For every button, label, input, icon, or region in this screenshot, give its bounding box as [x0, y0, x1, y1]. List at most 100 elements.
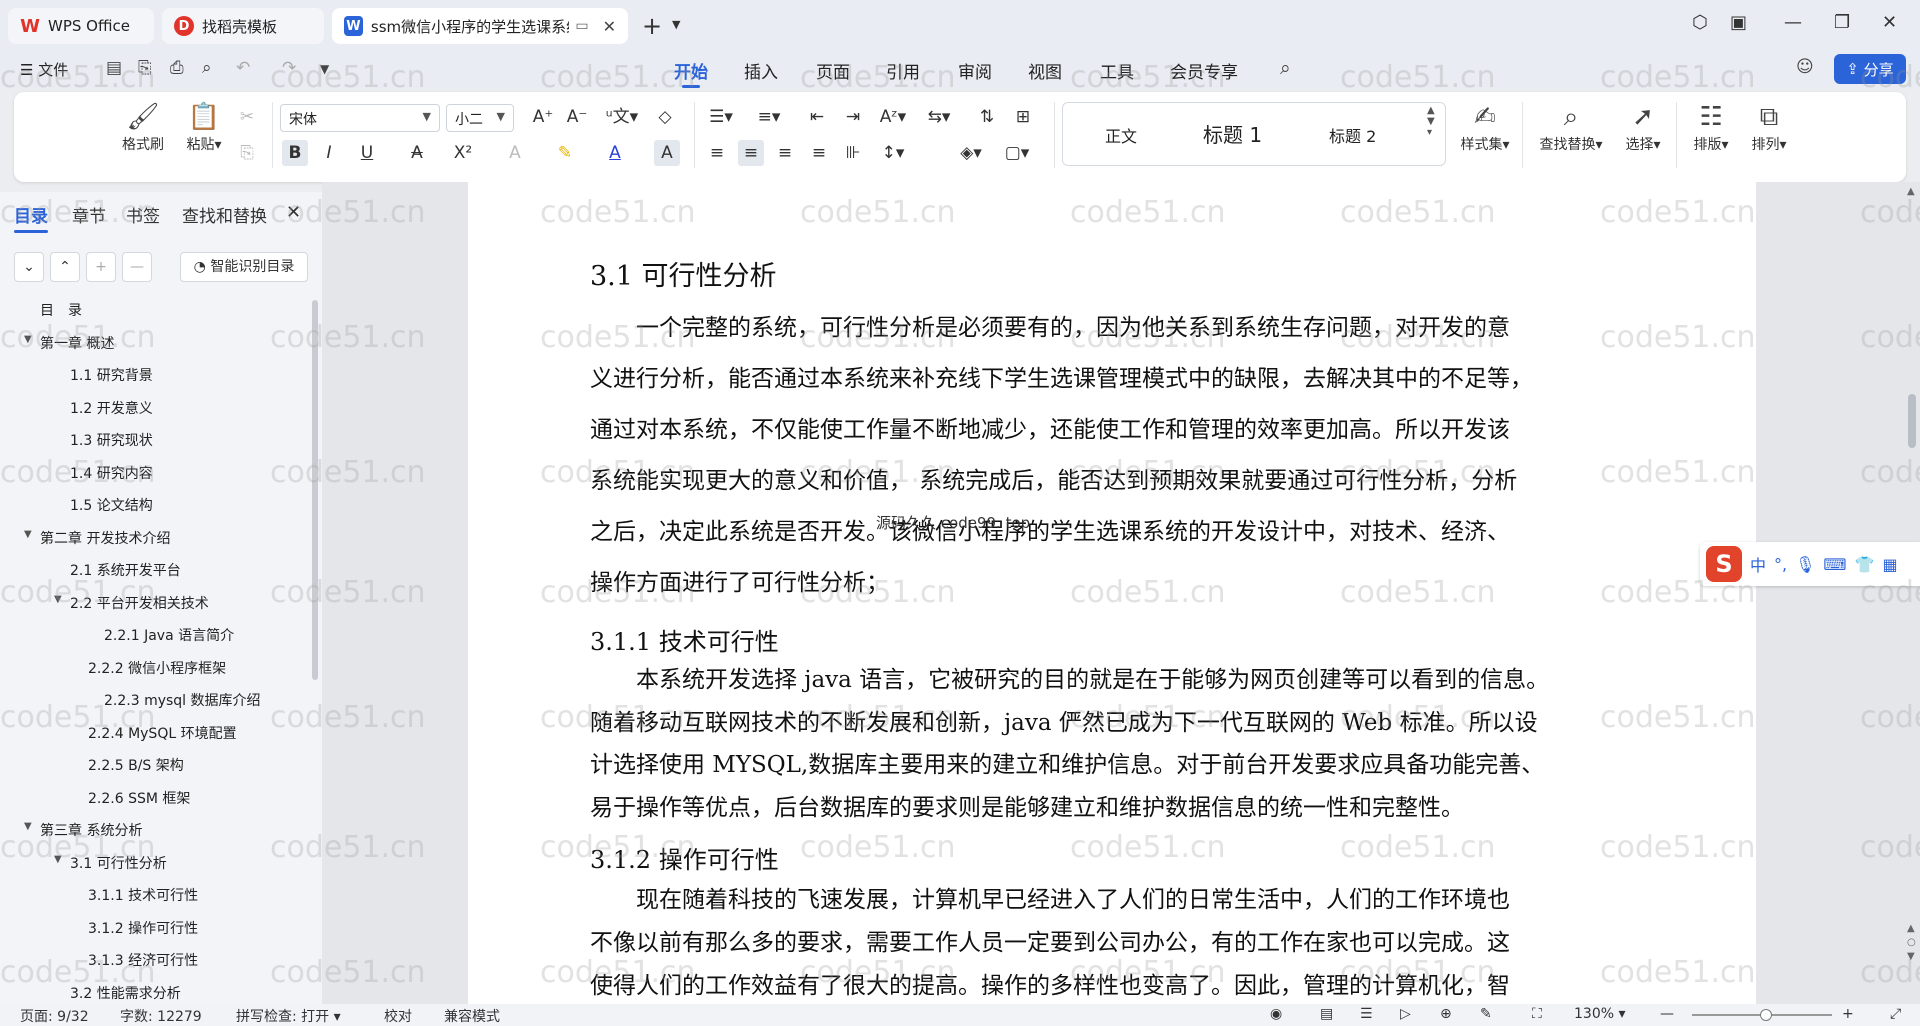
toc-item[interactable]: 2.2.6 SSM 框架 — [88, 788, 190, 808]
toc-item[interactable]: ▼ 第一章 概述 — [24, 333, 114, 353]
tab-wps-office[interactable]: W WPS Office — [8, 8, 154, 44]
page-count[interactable]: 页面: 9/32 — [20, 1006, 89, 1026]
collapse-down-button[interactable]: ⌄ — [14, 252, 44, 282]
case-icon[interactable]: Aᶻ▾ — [876, 104, 910, 130]
file-menu[interactable]: ☰ 文件 — [20, 59, 68, 80]
fullscreen-icon[interactable]: ⤢ — [1890, 1006, 1901, 1022]
print-icon[interactable]: ⎙ — [170, 58, 184, 78]
show-marks-icon[interactable]: ⊞ — [1010, 104, 1036, 130]
redo-icon[interactable]: ↷ — [282, 58, 296, 78]
toc-item[interactable]: 1.1 研究背景 — [70, 365, 153, 385]
toc-item[interactable]: 1.5 论文结构 — [70, 495, 153, 515]
style-heading-2[interactable]: 标题 2 — [1329, 123, 1376, 147]
toc-item[interactable]: ▼ 3.1 可行性分析 — [54, 853, 167, 873]
smart-toc-button[interactable]: ◔ 智能识别目录 — [180, 252, 308, 282]
scroll-up-icon[interactable]: ▲ — [1907, 186, 1915, 197]
char-shading-icon[interactable]: A — [654, 140, 680, 166]
align-left-icon[interactable]: ≡ — [704, 140, 730, 166]
bullet-list-icon[interactable]: ☰▾ — [704, 104, 738, 130]
chevron-down-icon[interactable]: ▼ — [54, 594, 62, 605]
phonetic-guide-icon[interactable]: ᵘ文▾ — [602, 104, 642, 130]
toc-item[interactable]: 3.1.3 经济可行性 — [88, 950, 198, 970]
increase-indent-icon[interactable]: ⇥ — [840, 104, 866, 130]
toc-item[interactable]: 2.1 系统开发平台 — [70, 560, 181, 580]
strikethrough-button[interactable]: A — [404, 140, 430, 166]
microphone-icon[interactable]: 🎙 — [1795, 555, 1815, 574]
find-replace-button[interactable]: ⌕ 查找替换▾ — [1534, 100, 1608, 154]
spell-check[interactable]: 拼写检查: 打开 ▾ — [236, 1006, 341, 1026]
align-right-icon[interactable]: ≡ — [772, 140, 798, 166]
layout-button[interactable]: ☷ 排版▾ — [1686, 100, 1736, 154]
toc-item[interactable]: 1.4 研究内容 — [70, 463, 153, 483]
tab-review[interactable]: 审阅 — [958, 58, 992, 83]
nav-scrollbar[interactable] — [312, 300, 318, 680]
numbered-list-icon[interactable]: ≡▾ — [752, 104, 786, 130]
page-nav-icon[interactable]: ▲ ○ ▼ — [1907, 922, 1916, 964]
chat-icon[interactable]: ☺ — [1796, 57, 1814, 77]
share-button[interactable]: ⇪ 分享 — [1834, 54, 1906, 84]
chevron-down-icon[interactable]: ▼ — [672, 18, 680, 31]
web-view-icon[interactable]: ⊕ — [1440, 1006, 1452, 1022]
close-window-icon[interactable]: ✕ — [1882, 12, 1897, 33]
tab-template-store[interactable]: D 找稻壳模板 — [162, 8, 324, 44]
shrink-font-icon[interactable]: A⁻ — [564, 104, 590, 130]
zoom-slider-handle[interactable] — [1760, 1009, 1772, 1021]
highlight-icon[interactable]: ✎ — [552, 140, 578, 166]
toc-item[interactable]: 2.2.5 B/S 架构 — [88, 755, 184, 775]
ime-toolbar[interactable]: S 中 °, 🎙 ⌨ 👕 ▦ — [1700, 542, 1920, 586]
toc-item[interactable]: 3.1.2 操作可行性 — [88, 918, 198, 938]
chevron-down-icon[interactable]: ▼ — [24, 821, 32, 832]
tab-view[interactable]: 视图 — [1028, 58, 1062, 83]
align-center-icon[interactable]: ≡ — [738, 140, 764, 166]
pen-icon[interactable]: ✎ — [1480, 1006, 1492, 1022]
remove-heading-button[interactable]: — — [122, 252, 152, 282]
word-count[interactable]: 字数: 12279 — [120, 1006, 202, 1026]
toc-item[interactable]: ▼ 2.2 平台开发相关技术 — [54, 593, 209, 613]
grow-font-icon[interactable]: A⁺ — [530, 104, 556, 130]
format-painter-button[interactable]: 🖌 格式刷 — [118, 100, 168, 154]
nav-tab-bookmarks[interactable]: 书签 — [126, 202, 160, 227]
justify-icon[interactable]: ≡ — [806, 140, 832, 166]
toc-item[interactable]: ▼ 第二章 开发技术介绍 — [24, 528, 170, 548]
fit-page-icon[interactable]: ⛶ — [1532, 1006, 1542, 1022]
close-tab-icon[interactable]: ✕ — [603, 17, 616, 36]
minimize-icon[interactable]: — — [1784, 12, 1802, 33]
style-normal[interactable]: 正文 — [1105, 123, 1137, 147]
new-tab-button[interactable]: + — [642, 12, 662, 40]
font-size-select[interactable]: 小二 ▼ — [446, 104, 514, 132]
font-name-select[interactable]: 宋体 ▼ — [280, 104, 440, 132]
toc-item[interactable]: 2.2.2 微信小程序框架 — [88, 658, 226, 678]
borders-icon[interactable]: ▢▾ — [1000, 140, 1034, 166]
toc-item[interactable]: 3.2 性能需求分析 — [70, 983, 181, 1003]
shading-icon[interactable]: ◈▾ — [954, 140, 988, 166]
gallery-scroll-icon[interactable]: ▲ ▼ ▾ — [1427, 105, 1435, 138]
avatar[interactable]: ▣ — [1730, 12, 1747, 33]
chevron-down-icon[interactable]: ▼ — [24, 334, 32, 345]
nav-tab-toc[interactable]: 目录 — [14, 202, 48, 233]
play-icon[interactable]: ▷ — [1400, 1006, 1411, 1022]
toc-item[interactable]: 1.3 研究现状 — [70, 430, 153, 450]
text-effect-icon[interactable]: A — [502, 140, 528, 166]
add-heading-button[interactable]: + — [86, 252, 116, 282]
toc-item[interactable]: 2.2.1 Java 语言简介 — [104, 625, 234, 645]
superscript-button[interactable]: X² — [450, 140, 476, 166]
ime-mode[interactable]: 中 — [1750, 552, 1766, 576]
screen-mode-icon[interactable]: ▭ — [575, 18, 588, 34]
restore-icon[interactable]: ❐ — [1834, 12, 1850, 33]
bold-button[interactable]: B — [282, 140, 308, 166]
skin-icon[interactable]: 👕 — [1855, 555, 1875, 574]
proofread[interactable]: 校对 — [384, 1006, 412, 1026]
paste-button[interactable]: 📋 粘贴▾ — [178, 100, 230, 154]
quick-access-chevron-icon[interactable]: ▼ — [320, 62, 329, 76]
toc-item[interactable]: 3.1.1 技术可行性 — [88, 885, 198, 905]
zoom-level[interactable]: 130% ▾ — [1574, 1006, 1626, 1022]
cube-icon[interactable]: ⬡ — [1692, 12, 1708, 33]
tab-tools[interactable]: 工具 — [1100, 58, 1134, 83]
close-icon[interactable]: ✕ — [286, 202, 301, 223]
line-spacing-icon[interactable]: ↕▾ — [876, 140, 910, 166]
nav-tab-chapters[interactable]: 章节 — [72, 202, 106, 227]
document-page[interactable]: 3.1 可行性分析 一个完整的系统，可行性分析是必须要有的，因为他关系到系统生存… — [468, 182, 1756, 1004]
keyboard-icon[interactable]: ⌨ — [1823, 555, 1846, 574]
italic-button[interactable]: I — [316, 140, 342, 166]
document-scrollbar[interactable]: ▲ ▲ ○ ▼ — [1904, 182, 1920, 1004]
